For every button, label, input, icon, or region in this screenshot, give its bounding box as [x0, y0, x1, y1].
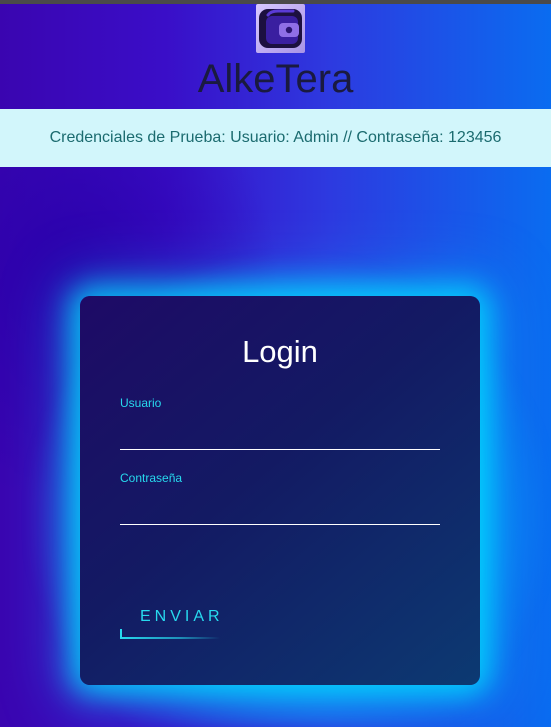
username-label: Usuario [120, 396, 162, 410]
wallet-icon[interactable] [256, 4, 305, 53]
submit-button[interactable]: ENVIAR [120, 598, 240, 640]
password-input[interactable] [120, 502, 440, 525]
site-header: AlkeTera [0, 4, 551, 109]
banner-text: Credenciales de Prueba: Usuario: Admin /… [49, 129, 502, 146]
password-label: Contraseña [120, 471, 183, 485]
test-credentials-banner: Credenciales de Prueba: Usuario: Admin /… [0, 109, 551, 167]
brand-title: AlkeTera [197, 57, 354, 101]
submit-label: ENVIAR [140, 608, 224, 625]
submit-bottom-border [120, 637, 220, 639]
login-title: Login [242, 334, 318, 369]
username-input[interactable] [120, 427, 440, 450]
login-card: Login Usuario Contraseña ENVIAR [80, 296, 480, 685]
